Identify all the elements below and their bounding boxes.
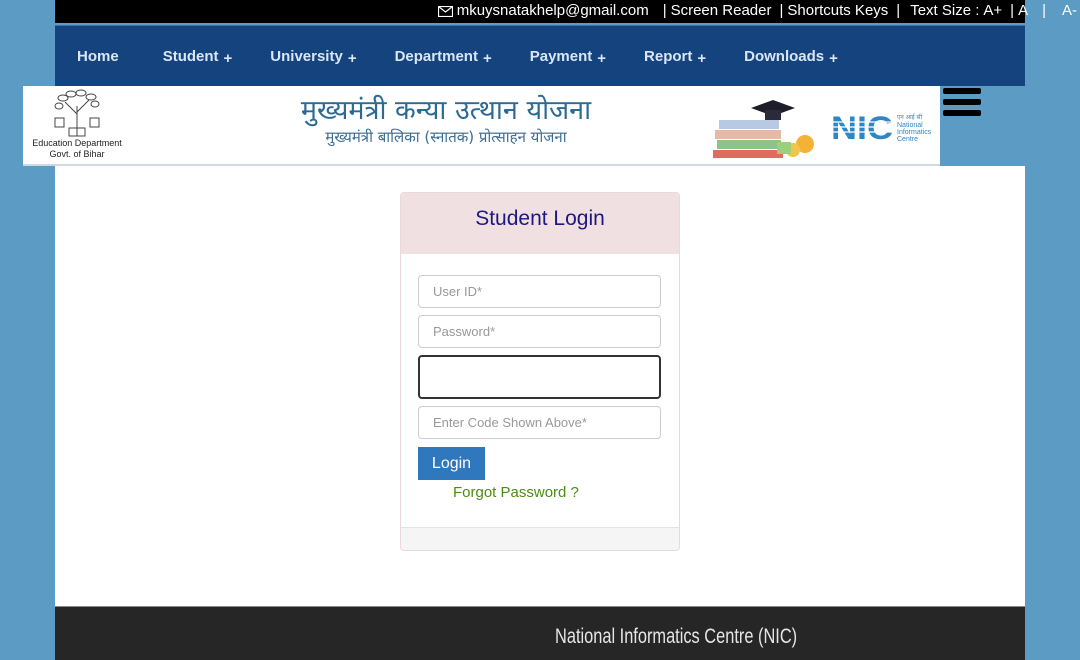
separator: | xyxy=(896,2,901,19)
help-email-link[interactable]: mkuysnatakhelp@gmail.com xyxy=(457,2,649,19)
separator: | xyxy=(779,2,784,19)
login-form: Login Forgot Password ? xyxy=(401,254,679,528)
expand-plus-icon: + xyxy=(482,49,492,67)
forgot-password-link[interactable]: Forgot Password ? xyxy=(453,484,662,501)
page-footer: National Informatics Centre (NIC) xyxy=(55,606,1025,660)
nav-item-label: Home xyxy=(77,47,119,65)
bihar-education-logo: Education Department Govt. of Bihar xyxy=(27,88,127,164)
separator: | xyxy=(1042,2,1046,19)
login-panel-footer xyxy=(401,527,679,550)
top-utility-bar: mkuysnatakhelp@gmail.com | Screen Reader… xyxy=(55,0,1077,23)
captcha-image xyxy=(418,355,661,399)
text-size-label: Text Size : xyxy=(910,2,980,19)
hamburger-bar xyxy=(943,88,981,94)
nav-item-student[interactable]: Student + xyxy=(162,47,233,67)
password-input[interactable] xyxy=(418,315,661,348)
separator: | xyxy=(1010,2,1015,19)
expand-plus-icon: + xyxy=(347,49,357,67)
header-banner: Education Department Govt. of Bihar मुख्… xyxy=(23,86,940,166)
nav-item-university[interactable]: University + xyxy=(270,47,357,67)
scheme-title: मुख्यमंत्री कन्या उत्थान योजना xyxy=(300,95,592,126)
login-panel-header: Student Login xyxy=(401,193,679,254)
hamburger-menu-icon[interactable] xyxy=(943,88,981,126)
nic-name-line3: Centre xyxy=(897,136,918,143)
nav-item-label: University xyxy=(270,47,343,65)
hamburger-bar xyxy=(943,110,981,116)
text-size-decrease[interactable]: A- xyxy=(1062,2,1077,19)
dept-name: Education Department xyxy=(32,138,122,148)
scheme-subtitle: मुख्यमंत्री बालिका (स्नातक) प्रोत्साहन य… xyxy=(325,128,567,146)
expand-plus-icon: + xyxy=(597,49,607,67)
separator: | xyxy=(662,2,667,19)
nav-item-report[interactable]: Report + xyxy=(644,47,707,67)
text-size-normal[interactable]: A xyxy=(1018,2,1028,19)
screen-reader-link[interactable]: Screen Reader xyxy=(671,2,772,19)
nav-item-department[interactable]: Department + xyxy=(394,47,492,67)
expand-plus-icon: + xyxy=(829,49,838,67)
scheme-title-block: मुख्यमंत्री कन्या उत्थान योजना मुख्यमंत्… xyxy=(281,94,611,146)
nav-item-label: Department xyxy=(394,47,478,65)
nav-item-label: Downloads xyxy=(744,47,825,65)
mail-icon xyxy=(437,6,453,17)
nic-logo-icon: NIC एन आई सी National Informatics Centre xyxy=(831,110,932,146)
captcha-code-input[interactable] xyxy=(418,406,661,439)
nav-item-label: Student xyxy=(162,47,219,65)
login-title: Student Login xyxy=(475,207,605,230)
nic-name-line2: Informatics xyxy=(897,129,932,136)
bodhi-tree-emblem-icon xyxy=(54,89,100,137)
footer-nic-text: National Informatics Centre (NIC) xyxy=(555,625,798,648)
nav-item-home[interactable]: Home xyxy=(77,48,119,65)
nav-item-label: Payment xyxy=(529,47,593,65)
expand-plus-icon: + xyxy=(223,49,233,67)
govt-name: Govt. of Bihar xyxy=(49,149,105,159)
main-nav: Home Student + University + Department + Paymen… xyxy=(55,25,1025,86)
nic-name-line1: National xyxy=(897,122,923,129)
nic-hindi-name: एन आई सी xyxy=(897,113,923,121)
shortcut-keys-link[interactable]: Shortcuts Keys xyxy=(787,2,888,19)
books-graduation-cap-icon xyxy=(713,100,814,158)
svg-text:NIC: NIC xyxy=(831,110,893,146)
text-size-increase[interactable]: A+ xyxy=(983,2,1002,19)
hamburger-bar xyxy=(943,99,981,105)
user-id-input[interactable] xyxy=(418,275,661,308)
nav-item-label: Report xyxy=(644,47,693,65)
nic-logo: NIC एन आई सी National Informatics Centre xyxy=(831,110,941,146)
nav-menu: Home Student + University + Department + Paymen… xyxy=(55,26,1025,86)
nav-item-downloads[interactable]: Downloads + xyxy=(744,47,838,67)
main-content: Student Login Login Forgot Password ? xyxy=(55,166,1025,606)
utility-links: mkuysnatakhelp@gmail.com | Screen Reader… xyxy=(437,2,1077,19)
nav-item-payment[interactable]: Payment + xyxy=(529,47,607,67)
student-login-panel: Student Login Login Forgot Password ? xyxy=(400,192,680,551)
expand-plus-icon: + xyxy=(697,49,707,67)
login-button[interactable]: Login xyxy=(418,447,485,480)
